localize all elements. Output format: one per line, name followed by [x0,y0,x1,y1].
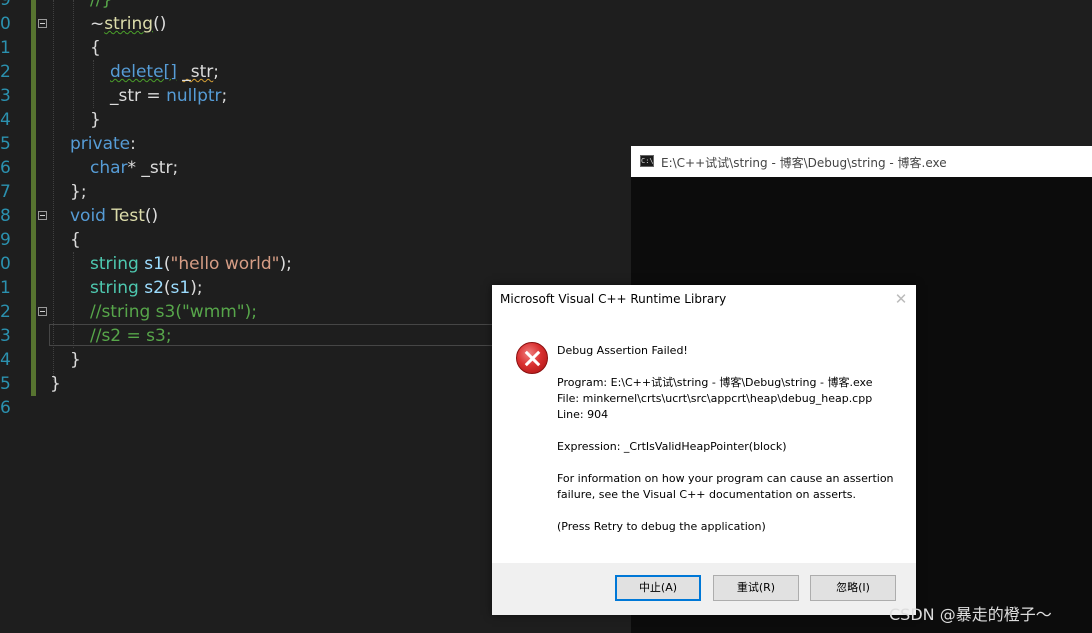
console-app-icon: C:\ [640,155,654,167]
collapse-icon[interactable] [38,307,47,316]
line-number: 5 [0,134,11,154]
code-text: } [70,348,81,372]
code-token: //s2 = s3; [90,326,172,346]
code-token: void [70,206,106,226]
code-token: string [90,278,139,298]
dialog-press-retry: (Press Retry to debug the application) [557,520,766,533]
code-token: delete[] [110,62,177,82]
code-token: * _str; [127,158,179,178]
code-text: char* _str; [90,156,178,180]
dialog-title: Microsoft Visual C++ Runtime Library [500,292,727,306]
watermark-text: CSDN @暴走的橙子～ [889,605,1052,624]
code-line[interactable]: 3 _str = nullptr; [0,84,1092,108]
line-number: 4 [0,350,11,370]
line-number: 9 [0,0,11,10]
code-token: } [90,110,101,130]
code-text: }; [70,180,87,204]
code-token: } [50,374,61,394]
code-token: : [130,134,136,154]
dialog-info-1: For information on how your program can … [557,472,894,485]
collapse-icon[interactable] [38,211,47,220]
code-text: ~string() [90,12,166,36]
code-token: ); [190,278,203,298]
line-number: 3 [0,326,11,346]
dialog-info-2: failure, see the Visual C++ documentatio… [557,488,857,501]
code-text: private: [70,132,136,156]
line-number: 7 [0,182,11,202]
close-icon[interactable]: ✕ [892,290,910,308]
code-token: } [70,350,81,370]
assertion-dialog[interactable]: Microsoft Visual C++ Runtime Library ✕ D… [492,285,916,615]
code-token: ~ [90,14,105,34]
code-token: ; [221,86,228,106]
line-number: 0 [0,14,11,34]
code-token: "hello world" [170,254,280,274]
code-line[interactable]: 4} [0,108,1092,132]
dialog-expression: Expression: _CrtIsValidHeapPointer(block… [557,440,787,453]
code-text: string s2(s1); [90,276,203,300]
code-text: //s2 = s3; [90,324,172,348]
code-token: private [70,134,131,154]
dialog-file-line: File: minkernel\crts\ucrt\src\appcrt\hea… [557,392,873,405]
code-token: _str = [110,86,167,106]
collapse-icon[interactable] [38,19,47,28]
code-text: } [90,108,101,132]
console-title: E:\C++试试\string - 博客\Debug\string - 博客.e… [661,156,947,170]
code-token: string [90,254,139,274]
line-number: 8 [0,206,11,226]
code-token: ( [163,278,171,298]
code-token: ( [163,254,171,274]
code-text: void Test() [70,204,158,228]
dialog-line-number: Line: 904 [557,408,609,421]
code-token: string [104,14,154,34]
code-token: ; [213,62,219,82]
line-number: 6 [0,398,11,418]
line-number: 0 [0,254,11,274]
retry-button[interactable]: 重试(R) [713,575,799,601]
dialog-program-line: Program: E:\C++试试\string - 博客\Debug\stri… [557,376,873,389]
dialog-heading: Debug Assertion Failed! [557,344,688,357]
code-token: { [70,230,81,250]
code-token: _str [182,62,214,82]
code-token: Test [111,206,145,226]
error-icon [516,342,548,374]
code-token: ); [279,254,292,274]
code-token: s1 [144,254,164,274]
line-number: 1 [0,38,11,58]
code-token: char [90,158,128,178]
code-text: delete[] _str; [110,60,219,84]
code-token: //string s3("wmm"); [90,302,257,322]
code-token: { [90,38,101,58]
line-number: 4 [0,110,11,130]
code-token: () [153,14,167,34]
code-line[interactable]: 0 ~string() [0,12,1092,36]
code-token: s2 [144,278,164,298]
line-number: 6 [0,158,11,178]
line-number: 3 [0,86,11,106]
code-text: { [90,36,101,60]
code-token: () [144,206,159,226]
code-line[interactable]: 1{ [0,36,1092,60]
ignore-button[interactable]: 忽略(I) [810,575,896,601]
code-text: _str = nullptr; [110,84,227,108]
line-number: 2 [0,302,11,322]
code-token: //} [90,0,113,10]
code-text: { [70,228,81,252]
code-text: string s1("hello world"); [90,252,292,276]
line-number: 5 [0,374,11,394]
code-token: nullptr [166,86,222,106]
line-number: 1 [0,278,11,298]
dialog-button-bar: 中止(A) 重试(R) 忽略(I) [492,563,916,615]
code-token: }; [70,182,87,202]
line-number: 9 [0,230,11,250]
abort-button[interactable]: 中止(A) [615,575,701,601]
code-text: //} [90,0,112,12]
code-text: } [50,372,61,396]
code-token: s1 [170,278,191,298]
code-text: //string s3("wmm"); [90,300,257,324]
line-number: 2 [0,62,11,82]
code-line[interactable]: 9 //} [0,0,1092,12]
code-line[interactable]: 2 delete[] _str; [0,60,1092,84]
console-titlebar[interactable]: C:\ E:\C++试试\string - 博客\Debug\string - … [631,146,1092,177]
